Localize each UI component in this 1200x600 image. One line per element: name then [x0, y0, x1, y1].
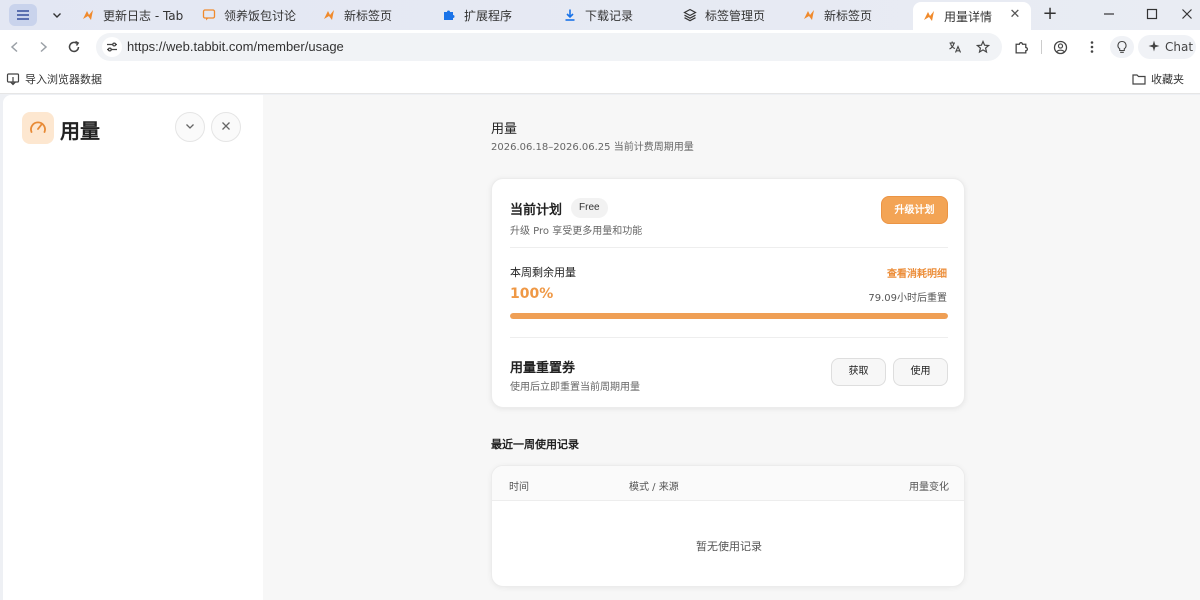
card-divider	[510, 247, 948, 248]
tab-label: 下载记录	[585, 8, 634, 23]
tab-usage-details[interactable]: 用量详情 ✕	[913, 2, 1031, 30]
tab-label: 更新日志 - Tabbit	[103, 8, 184, 23]
table-header: 时间 模式 / 来源 用量变化	[492, 466, 964, 501]
download-icon	[562, 7, 578, 23]
url-text: https://web.tabbit.com/member/usage	[127, 39, 344, 54]
tab-label: 扩展程序	[464, 8, 513, 23]
plan-description: 升级 Pro 享受更多用量和功能	[510, 226, 643, 237]
chat-bubble-icon	[201, 7, 217, 23]
tab-new-tab[interactable]: 新标签页	[313, 2, 425, 28]
tab-label: 新标签页	[344, 8, 393, 23]
import-label: 导入浏览器数据	[25, 73, 102, 86]
extensions-icon[interactable]	[1012, 38, 1030, 56]
remaining-percent: 100%	[510, 286, 554, 302]
tab-downloads[interactable]: 下载记录	[554, 2, 666, 28]
usage-main: 用量 2026.06.18–2026.06.25 当前计费周期用量 当前计划 F…	[263, 95, 1200, 600]
window-close-icon[interactable]	[1175, 3, 1199, 25]
tabbit-logo-icon	[80, 7, 96, 23]
site-settings-icon[interactable]	[102, 37, 122, 57]
forward-icon[interactable]	[33, 37, 53, 57]
column-time: 时间	[509, 482, 529, 493]
view-consumption-link[interactable]: 查看消耗明细	[887, 265, 947, 280]
maximize-icon[interactable]	[1140, 3, 1164, 25]
tab-label: 新标签页	[824, 8, 873, 23]
back-icon[interactable]	[5, 37, 25, 57]
more-menu-icon[interactable]	[1083, 38, 1101, 56]
favorites-label: 收藏夹	[1151, 73, 1184, 86]
sparkle-icon	[1148, 40, 1160, 55]
usage-progress-bar	[510, 313, 948, 319]
reload-icon[interactable]	[64, 37, 84, 57]
close-icon	[221, 120, 231, 135]
tab-label: 标签管理页	[705, 8, 766, 23]
import-icon	[6, 72, 20, 86]
close-tab-icon[interactable]: ✕	[1007, 7, 1023, 23]
plan-card: 当前计划 Free 升级 Pro 享受更多用量和功能 升级计划 本周剩余用量 查…	[491, 178, 965, 408]
plan-badge: Free	[571, 198, 608, 218]
tabbit-logo-icon	[801, 7, 817, 23]
chevron-down-icon	[185, 120, 195, 135]
column-mode-source: 模式 / 来源	[629, 482, 679, 493]
tabbit-logo-icon	[921, 8, 937, 24]
minimize-icon[interactable]	[1097, 3, 1121, 25]
tab-list-chevron-icon[interactable]	[48, 6, 66, 24]
records-title: 最近一周使用记录	[491, 438, 579, 451]
column-usage-change: 用量变化	[909, 482, 949, 493]
browser-toolbar: https://web.tabbit.com/member/usage Chat	[0, 30, 1200, 64]
tab-new-tab-2[interactable]: 新标签页	[793, 2, 905, 28]
usage-records-table: 时间 模式 / 来源 用量变化 暂无使用记录	[491, 465, 965, 587]
use-coupon-button[interactable]: 使用	[893, 358, 948, 386]
chat-label: Chat	[1165, 40, 1194, 54]
reset-coupon-description: 使用后立即重置当前周期用量	[510, 382, 640, 393]
tab-label: 领养饭包讨论	[224, 8, 297, 23]
remaining-usage-label: 本周剩余用量	[510, 266, 576, 279]
chat-button[interactable]: Chat	[1138, 35, 1196, 59]
hamburger-icon	[17, 14, 29, 16]
current-plan-label: 当前计划	[510, 203, 563, 218]
usage-sidebar: 用量	[3, 95, 263, 600]
address-bar[interactable]: https://web.tabbit.com/member/usage	[96, 33, 1002, 61]
folder-icon	[1132, 72, 1146, 86]
layers-icon	[682, 7, 698, 23]
reset-countdown: 79.09小时后重置	[868, 293, 947, 304]
page-title: 用量	[491, 122, 518, 137]
bookmark-bar: 导入浏览器数据 收藏夹	[0, 64, 1200, 94]
close-panel-button[interactable]	[211, 112, 241, 142]
tab-discussion[interactable]: 领养饭包讨论	[193, 2, 305, 28]
main-menu-button[interactable]	[9, 4, 37, 26]
speedometer-icon	[22, 112, 54, 144]
tab-tab-manager[interactable]: 标签管理页	[674, 2, 786, 28]
tab-label: 用量详情	[944, 9, 993, 24]
favorites-button[interactable]: 收藏夹	[1132, 71, 1184, 87]
tab-extensions[interactable]: 扩展程序	[433, 2, 545, 28]
tab-strip: 更新日志 - Tabbit 领养饭包讨论 新标签页 扩展程序 下载记录 标签管理…	[0, 0, 1200, 30]
new-tab-button[interactable]: +	[1040, 4, 1060, 24]
star-icon[interactable]	[974, 38, 992, 56]
tab-changelog[interactable]: 更新日志 - Tabbit	[72, 2, 184, 28]
import-browser-data-button[interactable]: 导入浏览器数据	[6, 71, 102, 87]
empty-state: 暂无使用记录	[696, 540, 762, 553]
reset-coupon-label: 用量重置券	[510, 361, 576, 376]
tabbit-logo-icon	[321, 7, 337, 23]
get-coupon-button[interactable]: 获取	[831, 358, 886, 386]
lightbulb-icon[interactable]	[1110, 36, 1134, 58]
toolbar-divider	[1040, 38, 1042, 56]
profile-icon[interactable]	[1051, 38, 1069, 56]
card-divider	[510, 337, 948, 338]
billing-period: 2026.06.18–2026.06.25 当前计费周期用量	[491, 142, 694, 153]
sidebar-title: 用量	[60, 119, 100, 143]
puzzle-icon	[441, 7, 457, 23]
usage-progress-fill	[510, 313, 948, 319]
collapse-button[interactable]	[175, 112, 205, 142]
translate-icon[interactable]	[946, 38, 964, 56]
upgrade-plan-button[interactable]: 升级计划	[881, 196, 948, 224]
